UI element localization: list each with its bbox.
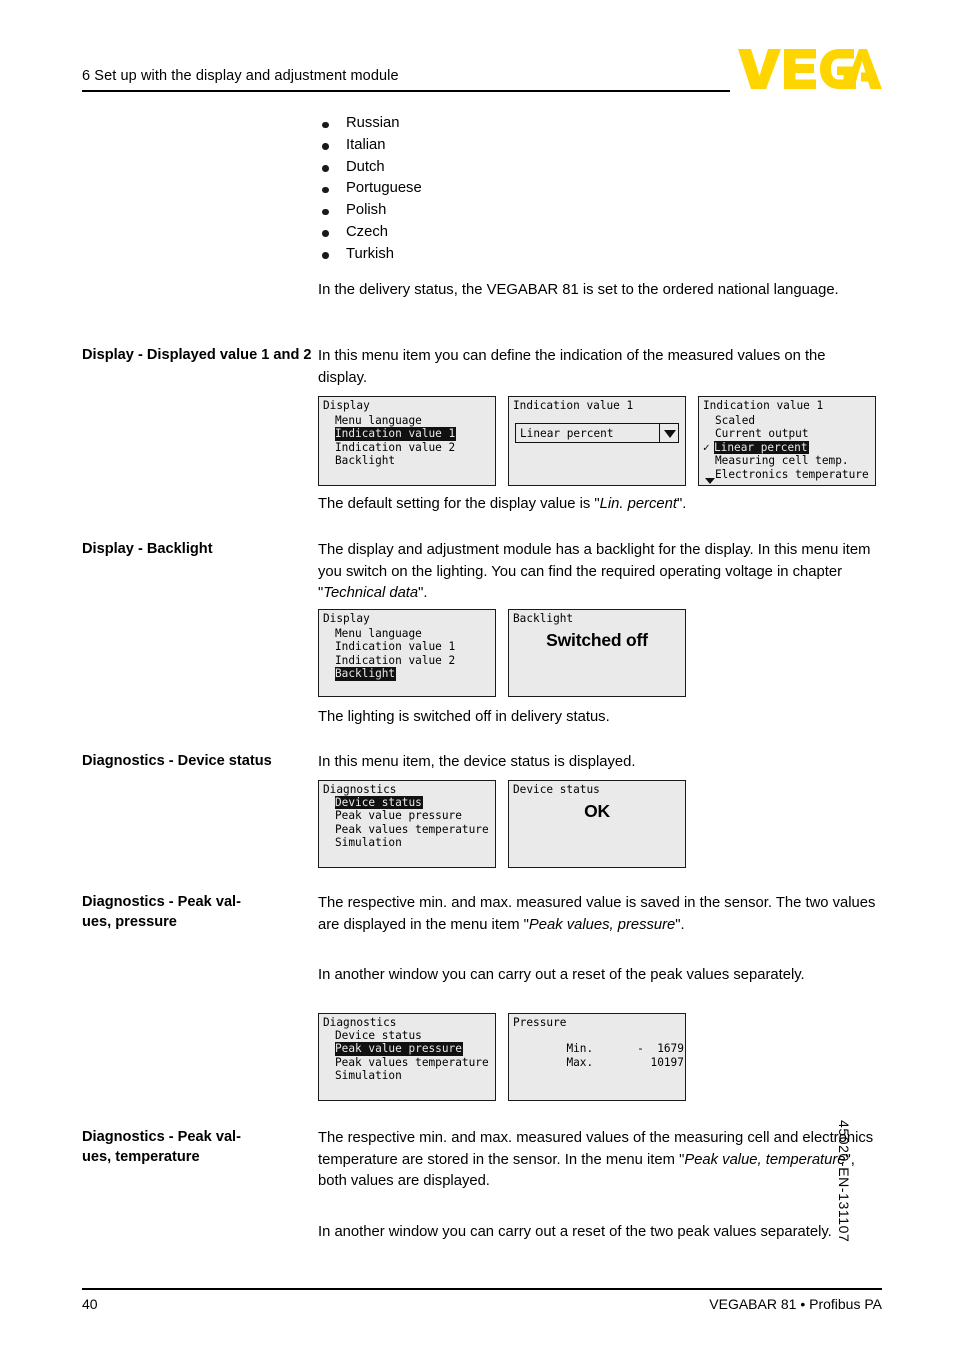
- list-item: Czech: [318, 222, 618, 244]
- footer-product-name: VEGABAR 81 • Profibus PA: [709, 1296, 882, 1312]
- chapter-title: 6 Set up with the display and adjustment…: [82, 68, 399, 84]
- menu-item[interactable]: Simulation: [323, 836, 402, 849]
- document-code: 45020-EN-131107: [836, 1120, 852, 1243]
- lcd-screen-backlight-value[interactable]: Backlight Switched off: [508, 609, 686, 697]
- lcd-menu-list: Menu language Indication value 1 Indicat…: [323, 627, 492, 681]
- list-item: Polish: [318, 200, 618, 222]
- paragraph-peak-pressure: The respective min. and max. measured va…: [318, 893, 878, 936]
- lcd-title: Backlight: [513, 612, 574, 625]
- menu-item[interactable]: Backlight: [323, 454, 395, 467]
- option-item[interactable]: Current output: [703, 427, 809, 440]
- paragraph-display-value-default: The default setting for the display valu…: [318, 494, 878, 516]
- list-item: Russian: [318, 113, 618, 135]
- paragraph-peak-temperature-reset: In another window you can carry out a re…: [318, 1224, 832, 1240]
- lcd-screen-diagnostics-menu-2[interactable]: Diagnostics Device status Peak value pre…: [318, 1013, 496, 1101]
- lcd-title: Display: [323, 399, 370, 412]
- paragraph-delivery-language: In the delivery status, the VEGABAR 81 i…: [318, 282, 839, 298]
- list-item: Turkish: [318, 244, 618, 266]
- option-item[interactable]: Measuring cell temp.: [703, 454, 849, 467]
- lcd-screen-display-menu-2[interactable]: Display Menu language Indication value 1…: [318, 609, 496, 697]
- backlight-status-value: Switched off: [546, 630, 648, 650]
- scroll-down-icon[interactable]: [705, 478, 715, 484]
- lcd-title: Indication value 1: [703, 399, 824, 412]
- text-post: ".: [418, 585, 428, 601]
- lcd-title: Diagnostics: [323, 783, 397, 796]
- emphasis-technical-data: Technical data: [323, 585, 419, 601]
- paragraph-peak-reset: In another window you can carry out a re…: [318, 967, 805, 983]
- lcd-option-list: Scaled Current output ✓ Linear percent Me…: [703, 414, 872, 481]
- menu-item[interactable]: Simulation: [323, 1069, 402, 1082]
- list-item: Italian: [318, 135, 618, 157]
- device-status-value: OK: [584, 801, 610, 821]
- menu-item[interactable]: Peak values temperature: [323, 823, 489, 836]
- option-item[interactable]: Electronics temperature: [703, 468, 869, 481]
- lcd-title: Display: [323, 612, 370, 625]
- lcd-title: Device status: [513, 783, 600, 796]
- row-label: Min.: [566, 1042, 594, 1056]
- menu-item-selected[interactable]: Peak value pressure: [335, 1042, 463, 1056]
- emphasis-peak-value-temperature: Peak value, temperature: [684, 1151, 846, 1168]
- option-item[interactable]: Scaled: [703, 414, 755, 427]
- footer-divider: [82, 1288, 882, 1290]
- lcd-screen-indication-value-dropdown[interactable]: Indication value 1 Linear percent: [508, 396, 686, 486]
- menu-item[interactable]: Peak value pressure: [323, 809, 462, 822]
- pressure-value-rows: Min. - 1679 mm Max. 10197 mm: [513, 1029, 683, 1068]
- heading-diagnostics-peak-temperature: Diagnostics - Peak val-ues, temperature: [82, 1129, 241, 1165]
- lcd-title: Pressure: [513, 1016, 567, 1029]
- menu-item[interactable]: Menu language: [323, 627, 422, 640]
- lcd-screen-device-status-value[interactable]: Device status OK: [508, 780, 686, 868]
- lcd-title: Indication value 1: [513, 399, 634, 412]
- check-icon: ✓: [703, 440, 710, 454]
- lcd-menu-list: Menu language Indication value 1 Indicat…: [323, 414, 492, 468]
- lcd-screen-diagnostics-menu-1[interactable]: Diagnostics Device status Peak value pre…: [318, 780, 496, 868]
- lcd-screen-display-menu-1[interactable]: Display Menu language Indication value 1…: [318, 396, 496, 486]
- row-label: Max.: [566, 1055, 594, 1069]
- menu-item[interactable]: Indication value 2: [323, 654, 455, 667]
- page-header: 6 Set up with the display and adjustment…: [0, 0, 954, 100]
- menu-item[interactable]: Indication value 2: [323, 441, 455, 454]
- heading-display-displayed-value: Display - Displayed value 1 and 2: [82, 346, 314, 366]
- lcd-menu-list: Device status Peak value pressure Peak v…: [323, 796, 492, 850]
- row-value: 10197 mm: [650, 1055, 684, 1069]
- paragraph-display-value-intro: In this menu item you can define the ind…: [318, 348, 826, 386]
- heading-line-1: Display - Displayed value 1 and 2: [82, 347, 312, 363]
- lcd-screen-indication-value-list[interactable]: Indication value 1 Scaled Current output…: [698, 396, 876, 486]
- chevron-down-icon[interactable]: [659, 424, 678, 442]
- heading-diagnostics-device-status: Diagnostics - Device status: [82, 753, 272, 769]
- lcd-title: Diagnostics: [323, 1016, 397, 1029]
- menu-item-selected[interactable]: Device status: [335, 796, 423, 810]
- row-value: - 1679 mm: [637, 1042, 684, 1056]
- emphasis-lin-percent: Lin. percent: [599, 496, 677, 512]
- pressure-row-min: Min. - 1679 mm: [513, 1029, 683, 1055]
- menu-item[interactable]: Peak values temperature: [323, 1056, 489, 1069]
- indication-value-select[interactable]: Linear percent: [515, 423, 679, 443]
- emphasis-peak-values-pressure: Peak values, pressure: [528, 916, 676, 933]
- paragraph-backlight-description: The display and adjustment module has a …: [318, 540, 878, 605]
- option-item-selected[interactable]: Linear percent: [714, 440, 809, 455]
- text-post: ".: [676, 496, 687, 512]
- menu-item[interactable]: Menu language: [323, 414, 422, 427]
- menu-item[interactable]: Device status: [323, 1029, 422, 1042]
- menu-item[interactable]: Indication value 1: [323, 640, 455, 653]
- text-pre: The default setting for the display valu…: [318, 496, 600, 512]
- lcd-menu-list: Device status Peak value pressure Peak v…: [323, 1029, 492, 1083]
- paragraph-peak-temperature: The respective min. and max. measured va…: [318, 1128, 878, 1193]
- paragraph-backlight-status: The lighting is switched off in delivery…: [318, 709, 610, 725]
- menu-item-selected[interactable]: Backlight: [335, 667, 397, 681]
- document-page: 6 Set up with the display and adjustment…: [0, 0, 954, 1354]
- language-list: Russian Italian Dutch Portuguese Polish …: [318, 113, 618, 266]
- heading-diagnostics-peak-pressure: Diagnostics - Peak val-ues, pressure: [82, 894, 241, 930]
- vega-logo: [738, 49, 882, 89]
- list-item: Dutch: [318, 157, 618, 179]
- list-item: Portuguese: [318, 178, 618, 200]
- header-divider: [82, 90, 730, 92]
- heading-display-backlight: Display - Backlight: [82, 541, 213, 557]
- menu-item-selected[interactable]: Indication value 1: [335, 427, 457, 441]
- lcd-screen-pressure-values[interactable]: Pressure Min. - 1679 mm Max. 10197 mm: [508, 1013, 686, 1101]
- paragraph-device-status-intro: In this menu item, the device status is …: [318, 754, 636, 770]
- text-post: ".: [675, 916, 685, 933]
- select-value: Linear percent: [520, 427, 614, 440]
